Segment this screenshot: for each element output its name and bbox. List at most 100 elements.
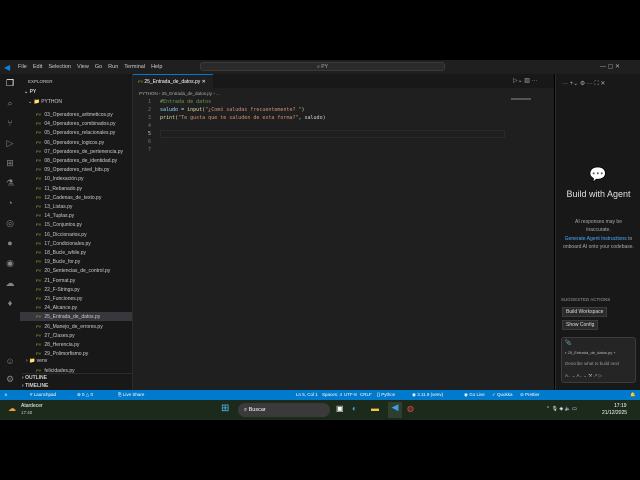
encoding[interactable]: UTF-8 [344, 390, 357, 400]
eol[interactable]: CRLF [360, 390, 372, 400]
breadcrumb[interactable]: PYTHON › 25_Entrada_de_datos.py › ... [139, 91, 220, 96]
live-share-icon[interactable]: ◔ [5, 198, 15, 208]
context-file-chip[interactable]: ▪ 25_Entrada_de_datos.py + [565, 350, 616, 355]
file-item[interactable]: PY 11_Rebanado.py [20, 184, 132, 193]
live-share-item[interactable]: ⎘ Live Share [118, 390, 144, 400]
file-item[interactable]: PY 10_Indexación.py [20, 174, 132, 183]
run-debug-icon[interactable]: ▷ [5, 138, 15, 148]
chat-instructions: Generate Agent Instructions to onboard A… [562, 235, 635, 251]
docker-icon[interactable]: ☁ [5, 278, 15, 288]
tray-icons[interactable]: ⌃ 🎙 ◈ 🔈 ▭ [546, 406, 577, 412]
python-interpreter[interactable]: ◉ 3.11.9 (venv) [412, 390, 443, 400]
account-icon[interactable]: ☺ [5, 356, 15, 366]
code-line-1[interactable]: #Entrada de datos [160, 99, 211, 105]
clock-date[interactable]: 21/12/2025 [602, 410, 627, 416]
file-item[interactable]: PY 05_Operadores_relacionales.py [20, 128, 132, 137]
tab-25-entrada-de-datos[interactable]: PY 25_Entrada_de_datos.py ✕ [133, 74, 213, 88]
file-item[interactable]: PY 03_Operadores_aritmeticos.py [20, 110, 132, 119]
code-line-2[interactable]: saludo = input("¿Comó saludas frecuentem… [160, 107, 305, 113]
language-mode[interactable]: {} Python [377, 390, 395, 400]
command-search-input[interactable]: ⌕ PY [200, 62, 445, 71]
cursor-position[interactable]: Ln 5, Col 1 [296, 390, 318, 400]
python-icon[interactable]: ♦ [5, 298, 15, 308]
file-item[interactable]: PY 27_Clases.py [20, 331, 132, 340]
clock-time[interactable]: 17:19 [614, 403, 627, 409]
notifications-icon[interactable]: 🔔 [630, 390, 636, 400]
python-file-icon: PY [36, 323, 42, 329]
chrome-icon[interactable]: ◍ [407, 404, 414, 413]
file-label: 25_Entrada_de_datos.py [44, 314, 101, 321]
chat-input-placeholder[interactable]: Describe what to build next [565, 361, 619, 366]
weather-label[interactable]: Atardecer [21, 403, 43, 409]
prettier-item[interactable]: ⊘ Prettier [520, 390, 540, 400]
generate-instructions-link[interactable]: Generate Agent Instructions [565, 236, 627, 242]
settings-gear-icon[interactable]: ⚙ [5, 374, 15, 384]
file-item[interactable]: PY 12_Cadenas_de_texto.py [20, 193, 132, 202]
file-item[interactable]: PY 24_Alcance.py [20, 303, 132, 312]
menu-go[interactable]: Go [95, 64, 102, 70]
file-item[interactable]: PY 06_Operadores_logicos.py [20, 138, 132, 147]
line-number: 7 [147, 147, 151, 153]
attach-icon[interactable]: 📎 [565, 340, 571, 346]
menu-run[interactable]: Run [108, 64, 118, 70]
edge-icon[interactable]: ◐ [352, 404, 357, 413]
copilot-icon[interactable]: ◉ [5, 258, 15, 268]
taskbar-search[interactable]: ⌕ Buscar [238, 403, 330, 417]
folder-venv[interactable]: › 📁 venv [26, 357, 138, 366]
github-icon[interactable]: ● [5, 238, 15, 248]
extensions-icon[interactable]: ⊞ [5, 158, 15, 168]
start-button-icon[interactable]: ⊞ [221, 404, 229, 414]
quokka-item[interactable]: ✓ Quokka [492, 390, 513, 400]
remote-indicator[interactable]: ⨯ [4, 390, 8, 400]
build-workspace-button[interactable]: Build Workspace [562, 307, 608, 317]
indentation[interactable]: Spaces: 4 [322, 390, 342, 400]
chat-toolbar-icons[interactable]: ··· +⌄ ⚙ ··· ⛶ ✕ [562, 80, 605, 88]
remote-icon[interactable]: ◎ [5, 218, 15, 228]
weather-icon[interactable]: ☁ [8, 404, 16, 413]
file-item[interactable]: PY 15_Conjuntos.py [20, 220, 132, 229]
minimap[interactable] [511, 98, 531, 100]
go-live-item[interactable]: ◉ Go Live [464, 390, 485, 400]
menu-edit[interactable]: Edit [33, 64, 42, 70]
menu-terminal[interactable]: Terminal [124, 64, 145, 70]
show-config-button[interactable]: Show Config [562, 320, 599, 330]
menu-view[interactable]: View [77, 64, 89, 70]
menu-help[interactable]: Help [151, 64, 162, 70]
file-item[interactable]: PY 14_Tuplas.py [20, 211, 132, 220]
menu-file[interactable]: File [18, 64, 27, 70]
file-item[interactable]: PY 28_Herencia.py [20, 340, 132, 349]
chat-mode-model-send[interactable]: A.. ⌄ A.. ⌄ ⚒ ↗ ▷ [565, 373, 602, 379]
file-item[interactable]: PY 21_Format.py [20, 276, 132, 285]
file-item[interactable]: PY 25_Entrada_de_datos.py [20, 312, 132, 322]
window-controls[interactable]: — ▢ ✕ [600, 63, 620, 70]
launchpad-item[interactable]: # Launchpad [30, 390, 56, 400]
file-item[interactable]: PY 16_Diccionarios.py [20, 230, 132, 239]
file-item[interactable]: PY 20_Sentencias_de_control.py [20, 266, 132, 275]
file-item[interactable]: PY 22_F-Strings.py [20, 285, 132, 294]
file-item[interactable]: PY 18_Bucle_while.py [20, 248, 132, 257]
file-item[interactable]: PY 26_Manejo_de_errores.py [20, 322, 132, 331]
explorer-icon[interactable]: ❐ [5, 78, 15, 88]
task-view-icon[interactable]: ▣ [336, 404, 344, 413]
outline-section[interactable]: › OUTLINE [22, 373, 134, 382]
file-explorer-icon[interactable]: ▬ [371, 404, 379, 413]
testing-icon[interactable]: ⚗ [5, 178, 15, 188]
file-item[interactable]: PY 09_Operadores_nivel_bits.py [20, 165, 132, 174]
problems-item[interactable]: ⊗ 0 △ 0 [77, 390, 93, 400]
code-line-3[interactable]: print("Te gusta que te saluden de esta f… [160, 115, 326, 121]
run-split-more-icons[interactable]: ▷⌄ ▥ ··· [513, 77, 538, 84]
file-item[interactable]: PY 04_Operadores_combinados.py [20, 119, 132, 128]
menu-selection[interactable]: Selection [48, 64, 71, 70]
file-item[interactable]: PY 17_Condicionales.py [20, 239, 132, 248]
folder-python[interactable]: ⌄ 📁 PYTHON [28, 98, 140, 107]
file-item[interactable]: PY 08_Operadores_de_identidad.py [20, 156, 132, 165]
vscode-taskbar-icon[interactable]: ◀ [388, 402, 402, 418]
file-item[interactable]: PY 23_Funciones.py [20, 294, 132, 303]
file-item[interactable]: PY 19_Bucle_for.py [20, 257, 132, 266]
workspace-root[interactable]: ⌄ PY [24, 88, 136, 97]
file-item[interactable]: PY 13_Listas.py [20, 202, 132, 211]
chat-input-box[interactable]: 📎 ▪ 25_Entrada_de_datos.py + Describe wh… [561, 337, 636, 383]
search-icon[interactable]: ⌕ [5, 98, 15, 108]
source-control-icon[interactable]: ⑂ [5, 118, 15, 128]
file-item[interactable]: PY 07_Operadores_de_pertenencia.py [20, 147, 132, 156]
